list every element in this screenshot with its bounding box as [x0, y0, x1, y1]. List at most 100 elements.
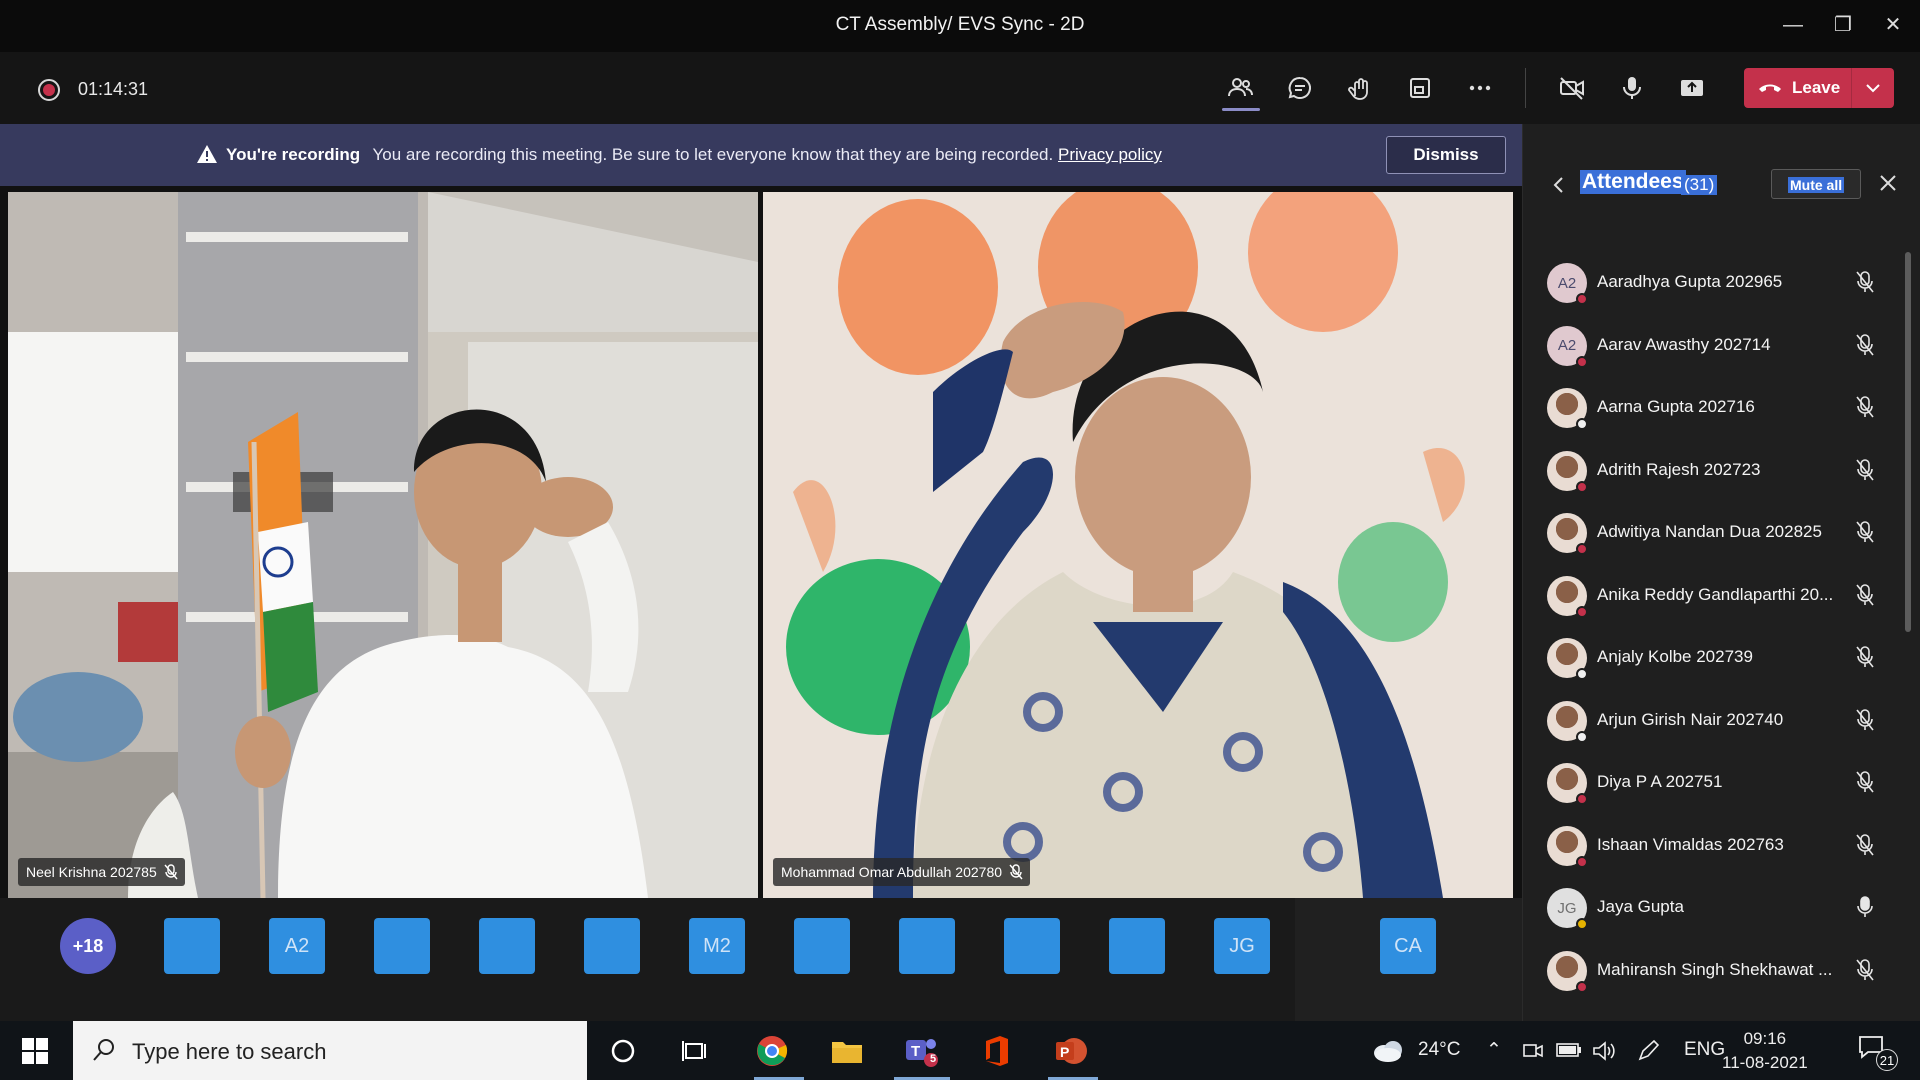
recording-bold-label: You're recording: [226, 145, 361, 164]
minimize-button[interactable]: —: [1778, 10, 1808, 40]
action-center-button[interactable]: 21: [1858, 1035, 1898, 1071]
volume-icon[interactable]: [1592, 1040, 1616, 1062]
attendees-panel: Attendees (31) Mute all A2 Aaradhya Gupta…: [1522, 124, 1920, 1021]
microphone-icon[interactable]: [1855, 895, 1875, 919]
taskbar-search-box[interactable]: Type here to search: [73, 1021, 587, 1080]
participant-thumbnail[interactable]: A2: [269, 918, 325, 974]
attendee-row[interactable]: Ishaan Vimaldas 202763: [1523, 815, 1920, 877]
mic-off-icon[interactable]: [1855, 333, 1875, 357]
windows-start-icon[interactable]: [22, 1038, 48, 1064]
privacy-policy-link[interactable]: Privacy policy: [1058, 145, 1162, 164]
more-actions-button[interactable]: [1462, 70, 1498, 106]
close-window-button[interactable]: ✕: [1878, 10, 1908, 40]
mic-off-icon[interactable]: [1855, 520, 1875, 544]
participant-name: Neel Krishna 202785: [26, 864, 157, 880]
mic-off-icon: [164, 864, 178, 880]
attendee-name: Aarav Awasthy 202714: [1597, 334, 1771, 354]
participant-thumbnail[interactable]: [899, 918, 955, 974]
share-content-button[interactable]: [1674, 70, 1710, 106]
video-feed-image: [763, 192, 1513, 898]
mic-off-icon[interactable]: [1855, 708, 1875, 732]
chevron-up-icon[interactable]: ⌃: [1486, 1039, 1502, 1062]
share-screen-icon: [1681, 80, 1703, 96]
mic-off-icon[interactable]: [1855, 958, 1875, 982]
recording-message: You're recording You are recording this …: [226, 145, 1162, 165]
clock-date: 11-08-2021: [1722, 1053, 1808, 1072]
clock-time: 09:16: [1743, 1029, 1787, 1048]
participant-thumbnail[interactable]: M2: [689, 918, 745, 974]
microphone-icon: [1623, 77, 1641, 99]
participant-thumbnail[interactable]: JG: [1214, 918, 1270, 974]
reactions-button[interactable]: [1342, 70, 1378, 106]
participant-thumbnail[interactable]: [1109, 918, 1165, 974]
battery-icon[interactable]: [1556, 1042, 1582, 1058]
restore-button[interactable]: ❐: [1828, 10, 1858, 40]
attendee-row[interactable]: A2 Aaradhya Gupta 202965: [1523, 252, 1920, 314]
system-clock[interactable]: 09:16 11-08-2021: [1722, 1027, 1808, 1075]
attendee-name: Ishaan Vimaldas 202763: [1597, 834, 1784, 854]
show-chat-button[interactable]: [1282, 70, 1318, 106]
mute-all-button[interactable]: Mute all: [1771, 169, 1861, 199]
hang-up-icon: [1759, 84, 1781, 92]
dismiss-button[interactable]: Dismiss: [1386, 136, 1506, 174]
chrome-taskbar-button[interactable]: [754, 1033, 790, 1069]
toolbar-divider: [1525, 68, 1526, 108]
mic-off-icon[interactable]: [1855, 270, 1875, 294]
attendee-row[interactable]: Adrith Rajesh 202723: [1523, 440, 1920, 502]
attendee-row[interactable]: Arjun Girish Nair 202740: [1523, 690, 1920, 752]
leave-button[interactable]: Leave: [1744, 68, 1894, 108]
attendee-name: Jaya Gupta: [1597, 897, 1684, 916]
task-view-button[interactable]: [678, 1033, 714, 1069]
powerpoint-taskbar-button[interactable]: P: [1053, 1033, 1089, 1069]
attendee-row[interactable]: Diya P A 202751: [1523, 752, 1920, 814]
language-indicator[interactable]: ENG: [1684, 1039, 1725, 1061]
mic-off-icon[interactable]: [1855, 458, 1875, 482]
weather-temperature[interactable]: 24°C: [1418, 1039, 1460, 1061]
camera-off-icon: [1560, 77, 1584, 100]
microphone-toggle-button[interactable]: [1614, 70, 1650, 106]
weather-cloud-icon[interactable]: [1372, 1037, 1404, 1063]
mic-off-icon[interactable]: [1855, 395, 1875, 419]
attendee-name: Arjun Girish Nair 202740: [1597, 709, 1784, 729]
participant-thumbnail[interactable]: [1004, 918, 1060, 974]
attendee-row[interactable]: Mahiransh Singh Shekhawat ...: [1523, 940, 1920, 1002]
attendee-row[interactable]: Anjaly Kolbe 202739: [1523, 627, 1920, 689]
video-tile-neel[interactable]: Neel Krishna 202785: [8, 192, 758, 898]
teams-badge: 5: [930, 1053, 937, 1065]
file-explorer-taskbar-button[interactable]: [829, 1033, 865, 1069]
mic-off-icon[interactable]: [1855, 770, 1875, 794]
more-participants-button[interactable]: +18: [60, 918, 116, 974]
rooms-button[interactable]: [1402, 70, 1438, 106]
self-thumbnail[interactable]: CA: [1380, 918, 1436, 974]
participant-thumbnail[interactable]: [479, 918, 535, 974]
attendee-row[interactable]: Anika Reddy Gandlaparthi 20...: [1523, 565, 1920, 627]
recording-indicator-icon: [38, 79, 60, 101]
people-icon: [1228, 78, 1253, 97]
show-participants-button[interactable]: [1222, 70, 1258, 106]
attendee-row[interactable]: Aarna Gupta 202716: [1523, 377, 1920, 439]
attendee-row[interactable]: JG Jaya Gupta: [1523, 877, 1920, 939]
task-view-icon: [682, 1041, 706, 1061]
teams-taskbar-button[interactable]: T 5: [904, 1033, 940, 1069]
participant-thumbnail[interactable]: [584, 918, 640, 974]
attendee-row[interactable]: Adwitiya Nandan Dua 202825: [1523, 502, 1920, 564]
meeting-controls-bar: 01:14:31 Leave: [0, 52, 1920, 124]
mic-off-icon[interactable]: [1855, 645, 1875, 669]
camera-toggle-button[interactable]: [1554, 70, 1590, 106]
mic-off-icon[interactable]: [1855, 583, 1875, 607]
participant-thumbnail[interactable]: [374, 918, 430, 974]
ellipsis-icon: [1469, 85, 1491, 91]
attendee-row[interactable]: A2 Aarav Awasthy 202714: [1523, 315, 1920, 377]
participant-thumbnail[interactable]: [164, 918, 220, 974]
pen-icon[interactable]: [1636, 1039, 1660, 1063]
breakout-rooms-icon: [1410, 78, 1430, 98]
close-icon[interactable]: [1877, 172, 1899, 194]
chevron-left-icon[interactable]: [1551, 174, 1567, 196]
video-tile-mohammad[interactable]: Mohammad Omar Abdullah 202780: [763, 192, 1513, 898]
meet-now-icon[interactable]: [1522, 1040, 1544, 1062]
cortana-button[interactable]: [605, 1033, 641, 1069]
participant-thumbnail[interactable]: [794, 918, 850, 974]
mic-off-icon[interactable]: [1855, 833, 1875, 857]
office-taskbar-button[interactable]: [979, 1033, 1015, 1069]
chevron-down-icon[interactable]: [1862, 77, 1884, 99]
